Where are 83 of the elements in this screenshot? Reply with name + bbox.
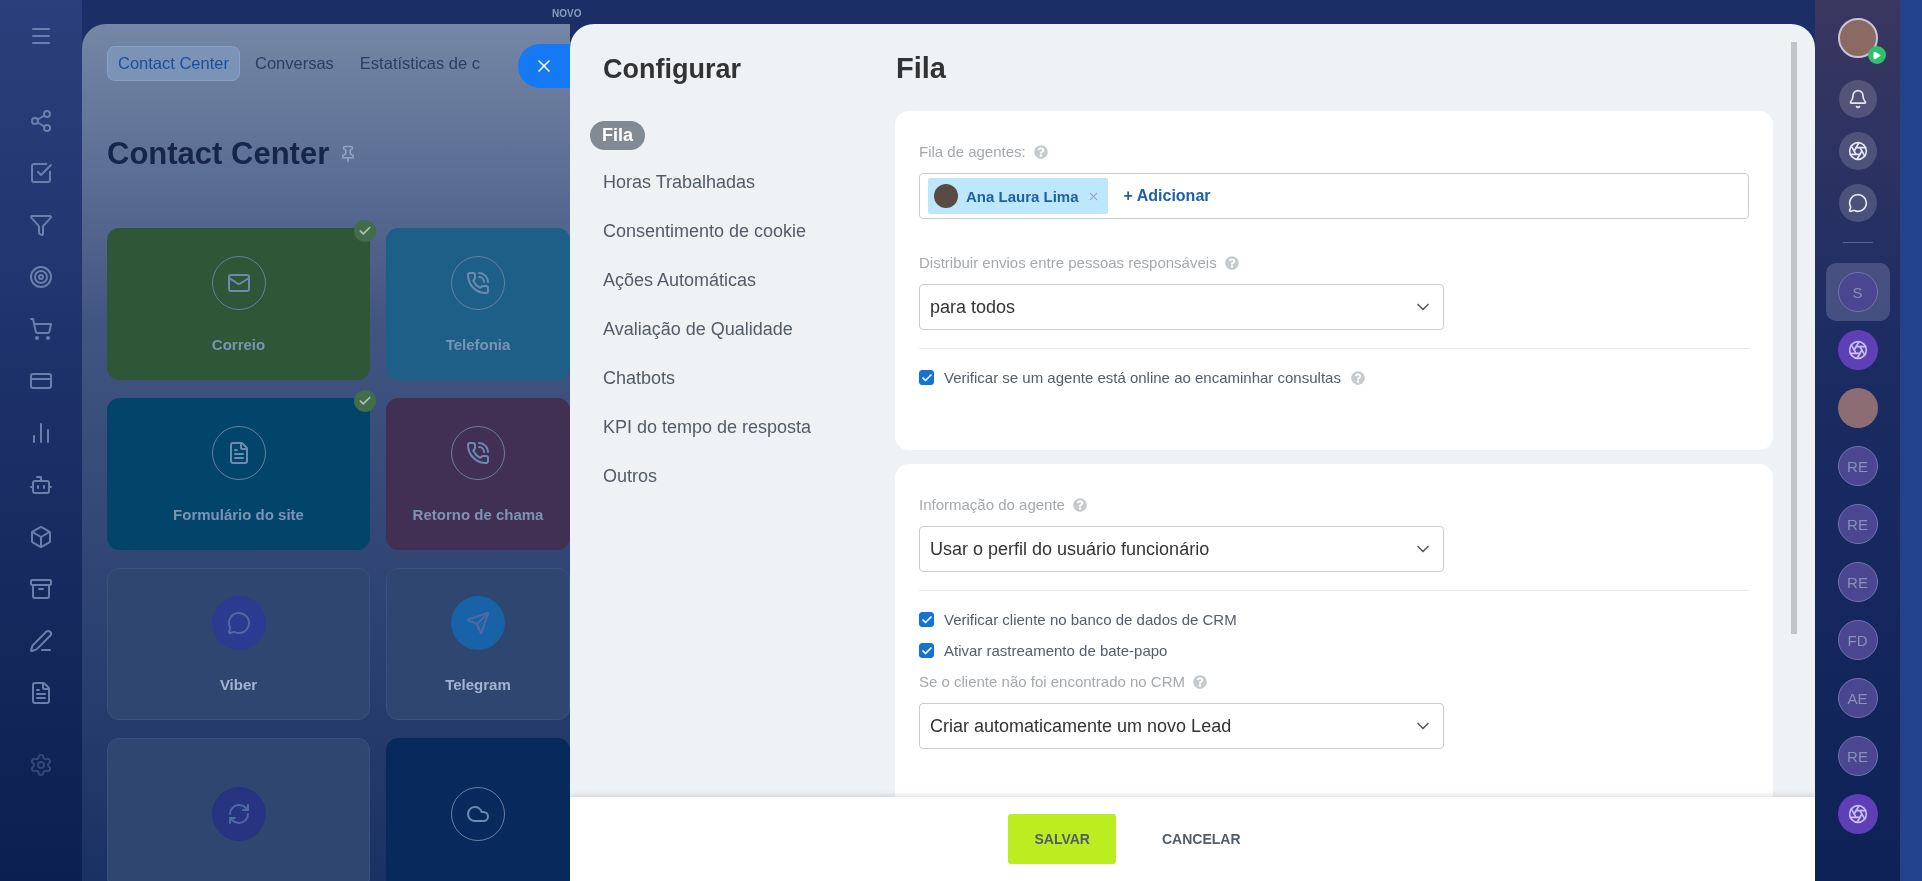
person-tag[interactable]: Ana Laura Lima bbox=[928, 178, 1108, 214]
field-label: Distribuir envios entre pessoas responsáveis bbox=[919, 254, 1217, 271]
page-title: Contact Center bbox=[107, 136, 330, 172]
funnel-icon[interactable] bbox=[29, 213, 53, 237]
add-link[interactable]: + Adicionar bbox=[1123, 187, 1211, 205]
tab[interactable]: Estatísticas de c bbox=[348, 46, 491, 81]
close-button[interactable] bbox=[518, 44, 570, 88]
chat-avatar[interactable] bbox=[1837, 388, 1878, 428]
chat-avatar[interactable]: S bbox=[1837, 272, 1878, 312]
tile-label: Telefonia bbox=[445, 335, 511, 353]
tab[interactable]: Conversas bbox=[244, 46, 345, 81]
chat-avatar[interactable]: RE bbox=[1837, 736, 1878, 776]
help-icon[interactable] bbox=[1350, 370, 1365, 385]
tile-label: Formulário do site bbox=[173, 505, 304, 523]
cancel-button[interactable]: CANCELAR bbox=[1135, 814, 1267, 864]
channel-tile[interactable]: Viber bbox=[107, 568, 370, 720]
field-label: Se o cliente não foi encontrado no CRM bbox=[919, 673, 1185, 690]
scrollbar[interactable] bbox=[1791, 42, 1797, 634]
chat-avatar[interactable]: RE bbox=[1837, 504, 1878, 544]
channel-tile[interactable]: Correio bbox=[107, 228, 370, 380]
menu-item[interactable]: KPI do tempo de resposta bbox=[590, 417, 825, 438]
new-label: NOVO bbox=[552, 8, 582, 19]
check-badge-icon bbox=[354, 220, 376, 242]
checkbox[interactable] bbox=[919, 612, 934, 627]
cart-icon[interactable] bbox=[29, 317, 53, 341]
checkbox-icon[interactable] bbox=[29, 161, 53, 185]
document-icon[interactable] bbox=[29, 681, 53, 705]
tile-label: Correio bbox=[211, 335, 266, 353]
help-icon[interactable] bbox=[1072, 497, 1087, 512]
help-icon[interactable] bbox=[1224, 255, 1239, 270]
aperture-icon[interactable] bbox=[1837, 330, 1878, 370]
checkbox-label: Verificar se um agente está online ao encaminhar consultas bbox=[944, 369, 1341, 386]
avatar bbox=[934, 184, 958, 208]
tile-label: Telegram bbox=[445, 675, 511, 693]
channel-tile[interactable] bbox=[386, 738, 570, 881]
check-badge-icon bbox=[354, 390, 376, 412]
menu-item[interactable]: Ações Automáticas bbox=[590, 270, 770, 291]
tile-label: Viber bbox=[219, 675, 258, 693]
channel-tile[interactable]: Retorno de chama bbox=[386, 398, 570, 550]
help-icon[interactable] bbox=[1193, 674, 1207, 689]
archive-icon[interactable] bbox=[29, 577, 53, 601]
settings-icon[interactable] bbox=[29, 753, 53, 777]
chat-avatar[interactable]: RE bbox=[1837, 562, 1878, 602]
aperture-icon[interactable] bbox=[1838, 132, 1877, 170]
menu-item[interactable]: Fila bbox=[590, 121, 645, 150]
chat-avatar[interactable]: FD bbox=[1837, 620, 1878, 660]
field-label: Informação do agente bbox=[919, 496, 1065, 513]
people-field[interactable]: Ana Laura Lima + Adicionar bbox=[919, 173, 1749, 219]
channel-tile[interactable] bbox=[107, 738, 370, 881]
dropdown[interactable]: para todos bbox=[919, 284, 1444, 330]
menu-item[interactable]: Avaliação de Qualidade bbox=[590, 319, 806, 340]
channel-tile[interactable]: Telegram bbox=[386, 568, 570, 720]
checkbox-label: Ativar rastreamento de bate-papo bbox=[944, 642, 1168, 659]
pen-icon[interactable] bbox=[29, 629, 53, 653]
chat-avatar[interactable]: AE bbox=[1837, 678, 1878, 718]
channel-tile[interactable]: Formulário do site bbox=[107, 398, 370, 550]
robot-icon[interactable] bbox=[29, 473, 53, 497]
aperture-icon[interactable] bbox=[1837, 794, 1878, 834]
help-icon[interactable] bbox=[1033, 144, 1048, 159]
target-icon[interactable] bbox=[29, 265, 53, 289]
bell-icon[interactable] bbox=[1838, 80, 1877, 118]
user-avatar[interactable] bbox=[1837, 18, 1878, 58]
panel-title: Configurar bbox=[603, 54, 741, 85]
dropdown[interactable]: Criar automaticamente um novo Lead bbox=[919, 703, 1444, 749]
checkbox[interactable] bbox=[919, 370, 934, 385]
dropdown[interactable]: Usar o perfil do usuário funcionário bbox=[919, 526, 1444, 572]
tab[interactable]: Contact Center bbox=[107, 46, 240, 81]
checkbox-label: Verificar cliente no banco de dados de CRM bbox=[944, 611, 1237, 628]
menu-item[interactable]: Chatbots bbox=[590, 368, 689, 389]
tile-label: Retorno de chama bbox=[412, 505, 544, 523]
nodes-icon[interactable] bbox=[29, 109, 53, 133]
person-name: Ana Laura Lima bbox=[966, 187, 1079, 205]
save-button[interactable]: SALVAR bbox=[1008, 814, 1116, 864]
section-title: Fila bbox=[896, 52, 947, 85]
menu-item[interactable]: Consentimento de cookie bbox=[590, 221, 820, 242]
play-icon bbox=[1867, 46, 1886, 64]
field-label: Fila de agentes: bbox=[919, 143, 1026, 160]
menu-item[interactable]: Horas Trabalhadas bbox=[590, 172, 769, 193]
box-icon[interactable] bbox=[29, 525, 53, 549]
checkbox[interactable] bbox=[919, 643, 934, 658]
chat-avatar[interactable]: RE bbox=[1837, 446, 1878, 486]
chat-icon[interactable] bbox=[1838, 184, 1877, 222]
menu-item[interactable]: Outros bbox=[590, 466, 671, 487]
